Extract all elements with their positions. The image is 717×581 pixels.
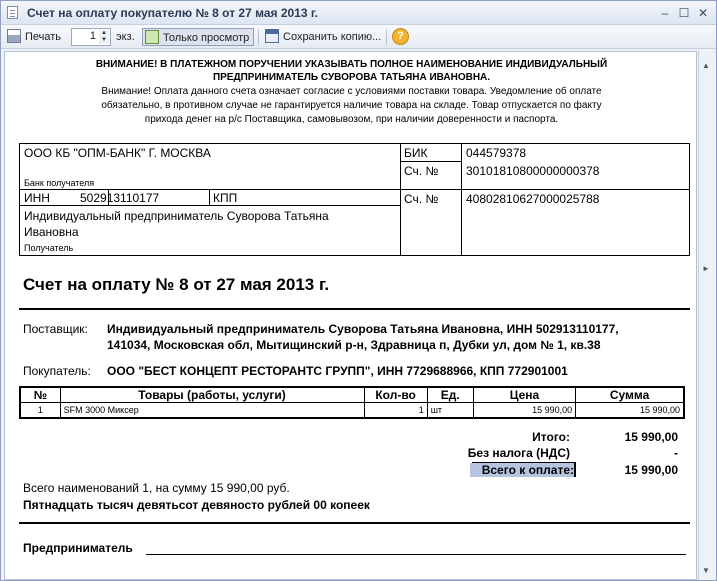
vertical-scrollbar[interactable]: ▲ ► ▼ bbox=[698, 51, 715, 580]
title-bar: Счет на оплату покупателю № 8 от 27 мая … bbox=[1, 1, 716, 25]
due-value: 15 990,00 bbox=[624, 463, 678, 477]
bank-details-table: ООО КБ "ОПМ-БАНК" Г. МОСКВА Банк получат… bbox=[19, 143, 690, 256]
help-icon[interactable]: ? bbox=[392, 28, 409, 45]
amount-in-words: Пятнадцать тысяч девятьсот девяносто руб… bbox=[23, 498, 370, 512]
close-button[interactable]: ✕ bbox=[696, 6, 710, 20]
vat-value: - bbox=[674, 446, 678, 460]
signer-label: Предприниматель bbox=[23, 541, 133, 555]
cell-sum: 15 990,00 bbox=[575, 402, 685, 418]
window-title: Счет на оплату покупателю № 8 от 27 мая … bbox=[27, 6, 318, 20]
notice-line-2: обязательно, в противном случае не гаран… bbox=[101, 100, 602, 111]
items-count-line: Всего наименований 1, на сумму 15 990,00… bbox=[23, 481, 290, 495]
toolbar-separator bbox=[258, 29, 259, 45]
supplier-label: Поставщик: bbox=[23, 322, 88, 336]
scroll-down-arrow-icon[interactable]: ▼ bbox=[702, 566, 710, 575]
bik-value: 044579378 bbox=[466, 146, 527, 160]
col-header-qty: Кол-во bbox=[363, 386, 428, 403]
total-value: 15 990,00 bbox=[624, 430, 678, 444]
vat-label: Без налога (НДС) bbox=[467, 446, 570, 460]
save-copy-button[interactable]: Сохранить копию... bbox=[265, 28, 381, 46]
col-header-price: Цена bbox=[472, 386, 577, 403]
warning-line-1: ВНИМАНИЕ! В ПЛАТЕЖНОМ ПОРУЧЕНИИ УКАЗЫВАТ… bbox=[95, 59, 608, 70]
document-area: ВНИМАНИЕ! В ПЛАТЕЖНОМ ПОРУЧЕНИИ УКАЗЫВАТ… bbox=[4, 51, 697, 580]
cell-goods: SFM 3000 Миксер bbox=[59, 402, 365, 418]
table-header-row: № Товары (работы, услуги) Кол-во Ед. Цен… bbox=[19, 386, 685, 403]
divider bbox=[19, 308, 690, 310]
copies-unit: экз. bbox=[116, 31, 135, 43]
due-label-text: Всего к оплате: bbox=[481, 463, 574, 477]
toolbar-separator bbox=[386, 29, 387, 45]
recipient-name-line-1: Индивидуальный предприниматель Суворова … bbox=[24, 209, 329, 223]
kpp-label: КПП bbox=[213, 191, 238, 205]
print-button[interactable]: Печать bbox=[7, 28, 61, 46]
col-header-unit: Ед. bbox=[426, 386, 474, 403]
preview-label: Только просмотр bbox=[163, 32, 250, 44]
warning-line-2: ПРЕДПРИНИМАТЕЛЬ СУВОРОВА ТАТЬЯНА ИВАНОВН… bbox=[212, 72, 491, 83]
account-value: 40802810627000025788 bbox=[466, 192, 600, 206]
items-table: № Товары (работы, услуги) Кол-во Ед. Цен… bbox=[19, 386, 685, 419]
col-header-goods: Товары (работы, услуги) bbox=[59, 386, 365, 403]
inn-value: 502913110177 bbox=[80, 191, 160, 205]
invoice-window: Счет на оплату покупателю № 8 от 27 мая … bbox=[0, 0, 717, 581]
copies-stepper[interactable]: ▲ ▼ bbox=[99, 30, 109, 44]
notice-line-3: прихода денег на р/с Поставщика, самовыв… bbox=[144, 114, 559, 125]
buyer-value: ООО "БЕСТ КОНЦЕПТ РЕСТОРАНТС ГРУПП", ИНН… bbox=[107, 364, 568, 378]
minimize-button[interactable]: – bbox=[658, 6, 672, 20]
toolbar: Печать 1 ▲ ▼ экз. Только просмотр Сохрани… bbox=[1, 25, 716, 49]
corr-account-label: Сч. № bbox=[404, 164, 439, 178]
recipient-name-line-2: Ивановна bbox=[24, 225, 79, 239]
cell-qty: 1 bbox=[363, 402, 428, 418]
col-header-number: № bbox=[19, 386, 61, 403]
scroll-up-arrow-icon[interactable]: ▲ bbox=[702, 61, 710, 70]
preview-only-toggle[interactable]: Только просмотр bbox=[142, 28, 255, 46]
save-icon bbox=[265, 29, 279, 43]
maximize-button[interactable]: ☐ bbox=[677, 6, 691, 20]
bank-label: Банк получателя bbox=[24, 178, 95, 188]
account-label: Сч. № bbox=[404, 192, 439, 206]
cell-unit: шт bbox=[426, 402, 474, 418]
signature-line bbox=[146, 554, 686, 555]
print-label: Печать bbox=[25, 31, 62, 43]
bik-label: БИК bbox=[404, 146, 428, 160]
supplier-line-2: 141034, Московская обл, Мытищинский р-н,… bbox=[107, 338, 601, 352]
scroll-arrow-icon[interactable]: ► bbox=[702, 264, 710, 273]
printer-icon bbox=[7, 29, 21, 43]
due-label: Всего к оплате: bbox=[470, 463, 574, 477]
copies-input[interactable]: 1 ▲ ▼ bbox=[71, 28, 111, 46]
cell-number: 1 bbox=[19, 402, 61, 418]
inn-label: ИНН bbox=[24, 191, 50, 205]
bank-name: ООО КБ "ОПМ-БАНК" Г. МОСКВА bbox=[24, 146, 211, 160]
supplier-line-1: Индивидуальный предприниматель Суворова … bbox=[107, 322, 619, 336]
table-row: 1 SFM 3000 Миксер 1 шт 15 990,00 15 990,… bbox=[19, 402, 685, 418]
cell-price: 15 990,00 bbox=[472, 402, 577, 418]
divider bbox=[19, 522, 690, 524]
document-icon bbox=[7, 6, 18, 19]
invoice-title: Счет на оплату № 8 от 27 мая 2013 г. bbox=[23, 275, 330, 294]
notice-line-1: Внимание! Оплата данного счета означает … bbox=[101, 86, 602, 97]
recipient-label: Получатель bbox=[24, 243, 74, 253]
corr-account-value: 30101810800000000378 bbox=[466, 164, 600, 178]
selected-cell[interactable]: Всего к оплате: bbox=[470, 462, 576, 477]
save-label: Сохранить копию... bbox=[283, 31, 382, 43]
buyer-label: Покупатель: bbox=[23, 364, 91, 378]
col-header-sum: Сумма bbox=[575, 386, 685, 403]
preview-icon bbox=[145, 30, 159, 44]
copies-value: 1 bbox=[89, 30, 96, 42]
total-label: Итого: bbox=[532, 430, 570, 444]
